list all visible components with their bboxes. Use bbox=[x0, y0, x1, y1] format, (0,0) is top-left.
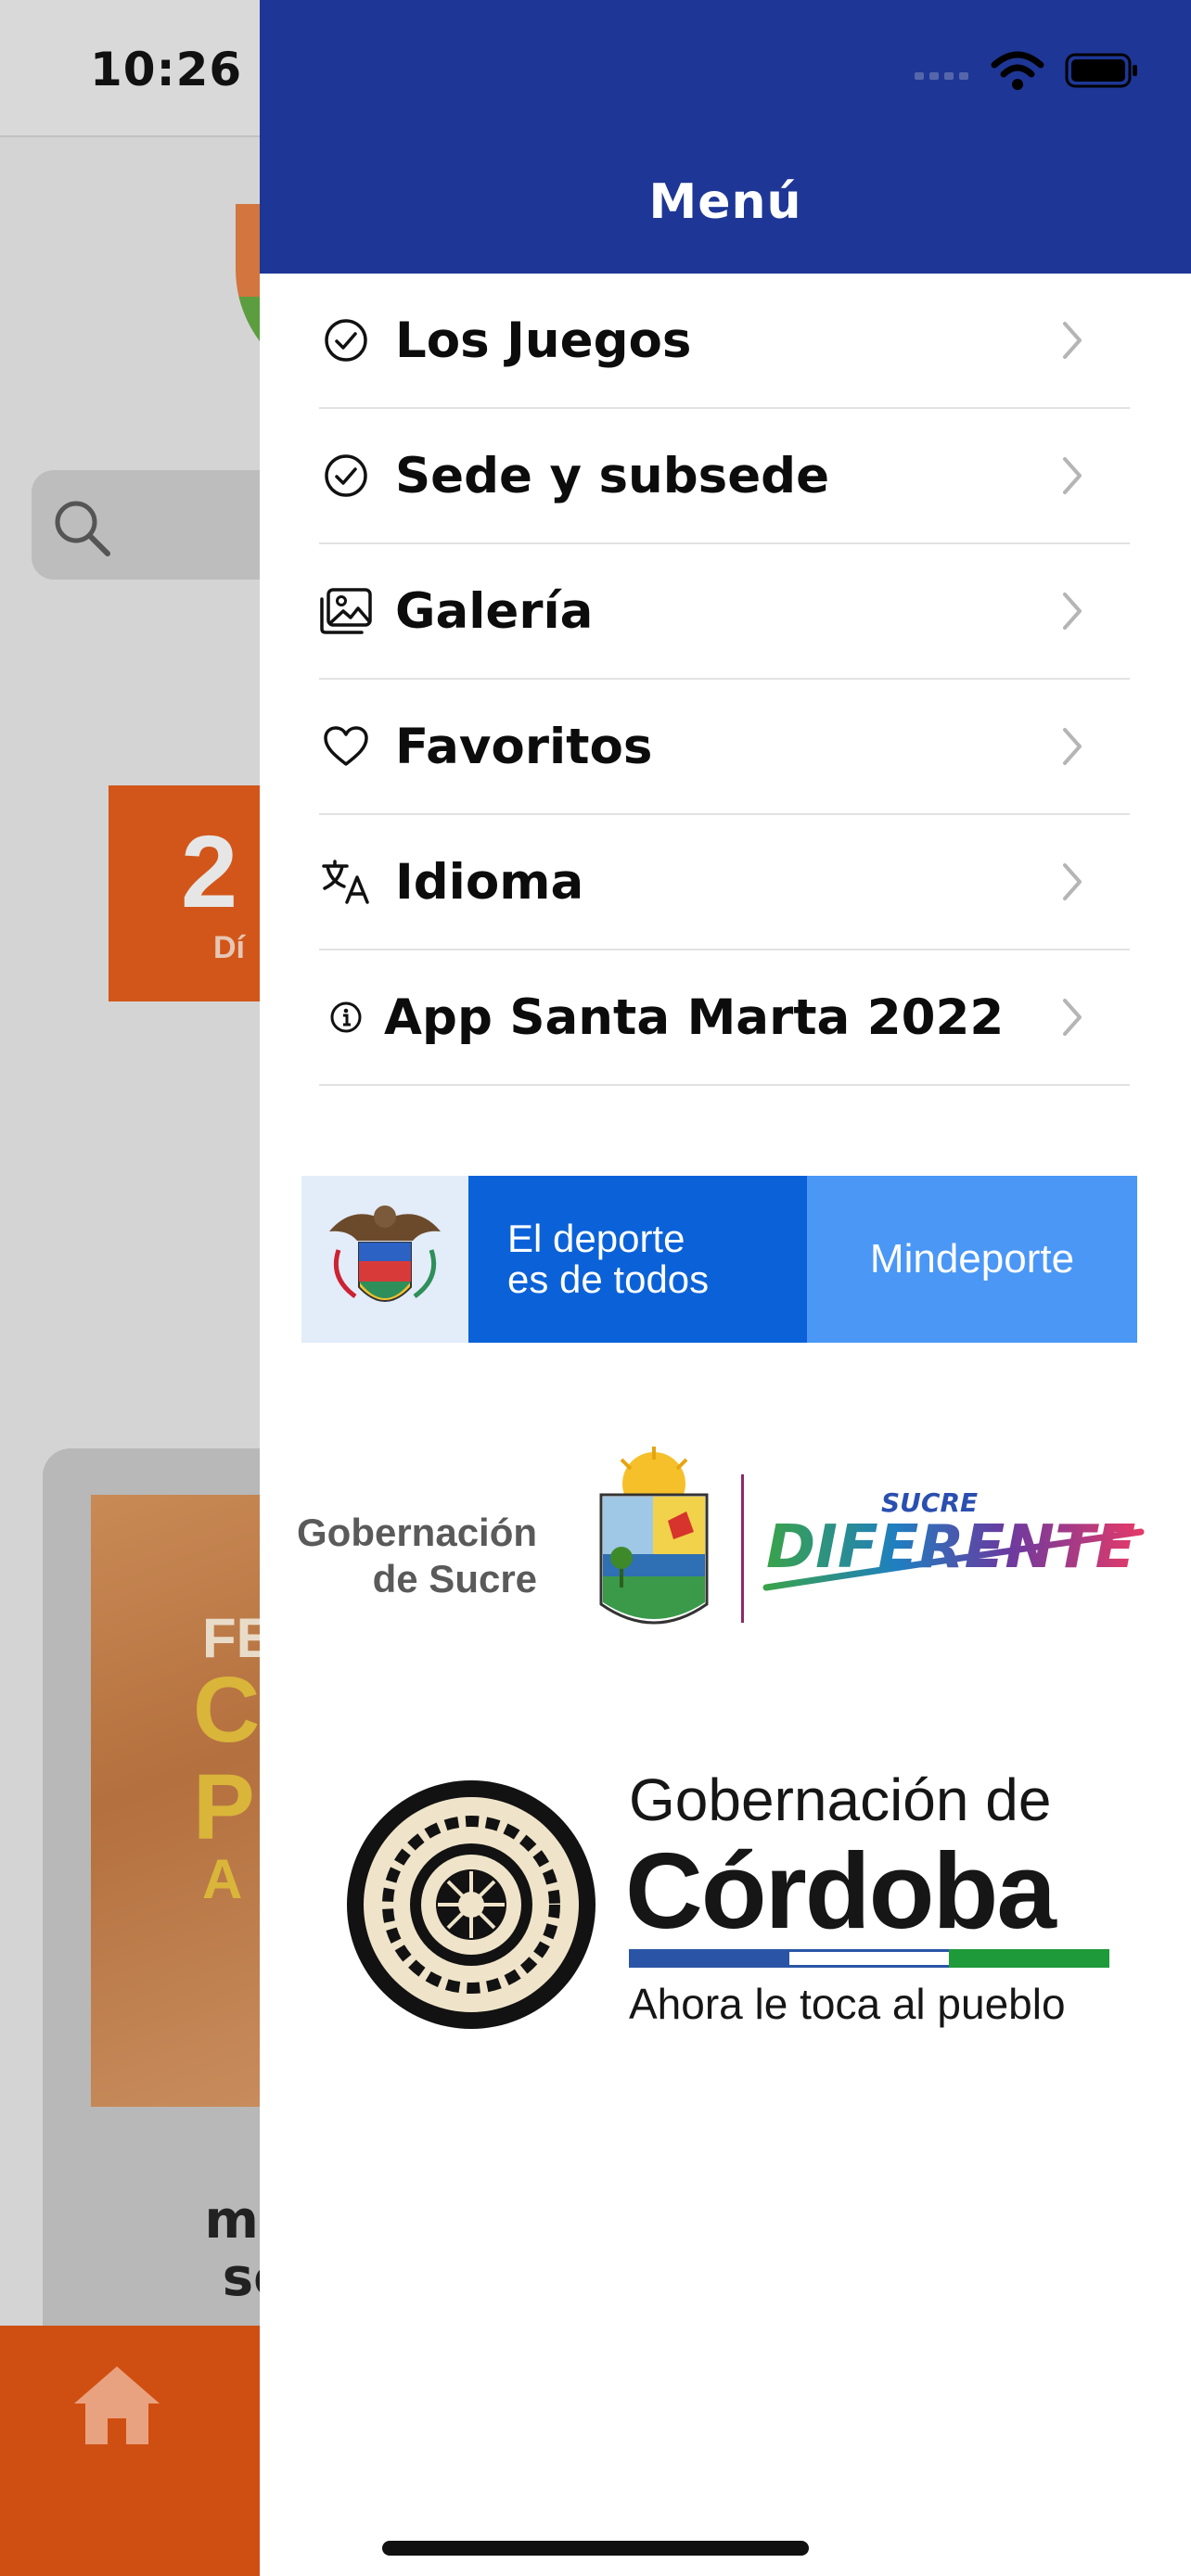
sucre-logo: Gobernación de Sucre SUCRE DIFERENTE bbox=[297, 1447, 1150, 1632]
sucre-shield-icon bbox=[599, 1447, 709, 1625]
cordoba-flag-bar bbox=[629, 1949, 1110, 1968]
menu-item-idioma[interactable]: Idioma bbox=[319, 815, 1130, 950]
chevron-right-icon bbox=[1063, 593, 1082, 630]
menu-item-app-santa-marta[interactable]: App Santa Marta 2022 bbox=[319, 950, 1130, 1086]
colombia-coat-of-arms-icon bbox=[301, 1176, 468, 1343]
countdown-number: 2 bbox=[181, 815, 238, 929]
check-circle-icon bbox=[319, 313, 373, 367]
side-drawer: Menú Los Juegos Sede y subsede Galería F… bbox=[260, 0, 1191, 2576]
chevron-right-icon bbox=[1063, 999, 1082, 1036]
mindeporte-slogan: El deporte es de todos bbox=[468, 1176, 807, 1343]
chevron-right-icon bbox=[1063, 728, 1082, 765]
tab-bar bbox=[0, 2326, 297, 2576]
info-icon bbox=[319, 990, 373, 1044]
home-icon[interactable] bbox=[70, 2363, 163, 2446]
menu-item-label: Galería bbox=[395, 582, 594, 640]
wifi-icon bbox=[991, 51, 1044, 90]
menu-item-los-juegos[interactable]: Los Juegos bbox=[319, 274, 1130, 409]
menu-item-label: Favoritos bbox=[395, 718, 653, 775]
cordoba-name: Córdoba bbox=[625, 1830, 1057, 1951]
menu-item-galeria[interactable]: Galería bbox=[319, 544, 1130, 680]
menu-item-sede-subsede[interactable]: Sede y subsede bbox=[319, 409, 1130, 544]
search-icon bbox=[55, 501, 110, 556]
menu-item-label: Idioma bbox=[395, 853, 584, 911]
menu-item-favoritos[interactable]: Favoritos bbox=[319, 680, 1130, 815]
chevron-right-icon bbox=[1063, 322, 1082, 359]
mindeporte-brand: Mindeporte bbox=[807, 1176, 1137, 1343]
cordoba-logo: Gobernación de Córdoba Ahora le toca al … bbox=[341, 1766, 1139, 2044]
signal-icon bbox=[915, 72, 968, 80]
translate-icon bbox=[319, 855, 373, 909]
status-icons bbox=[915, 50, 1139, 91]
menu-list: Los Juegos Sede y subsede Galería Favori… bbox=[319, 274, 1130, 1086]
svg-text:DIFERENTE: DIFERENTE bbox=[766, 1513, 1135, 1582]
sucre-diferente-logo: SUCRE DIFERENTE bbox=[762, 1487, 1145, 1591]
countdown-label: Dí bbox=[213, 930, 245, 965]
status-time: 10:26 bbox=[90, 43, 243, 96]
menu-item-label: Sede y subsede bbox=[395, 447, 830, 504]
cordoba-tagline: Ahora le toca al pueblo bbox=[629, 1980, 1066, 2028]
battery-icon bbox=[1065, 53, 1137, 88]
mindeporte-banner: El deporte es de todos Mindeporte bbox=[301, 1176, 1137, 1343]
drawer-header: Menú bbox=[260, 0, 1191, 274]
heart-icon bbox=[319, 720, 373, 773]
menu-item-label: App Santa Marta 2022 bbox=[384, 988, 1005, 1046]
cordoba-heading: Gobernación de bbox=[629, 1766, 1052, 1833]
chevron-right-icon bbox=[1063, 863, 1082, 900]
menu-item-label: Los Juegos bbox=[395, 312, 692, 369]
cordoba-seal-icon bbox=[347, 1780, 596, 2029]
gallery-icon bbox=[319, 584, 373, 638]
sucre-name: Gobernación de Sucre bbox=[297, 1511, 538, 1600]
drawer-title: Menú bbox=[648, 174, 802, 230]
check-circle-icon bbox=[319, 449, 373, 503]
home-indicator[interactable] bbox=[382, 2541, 809, 2556]
chevron-right-icon bbox=[1063, 457, 1082, 494]
logo-divider bbox=[741, 1474, 744, 1623]
